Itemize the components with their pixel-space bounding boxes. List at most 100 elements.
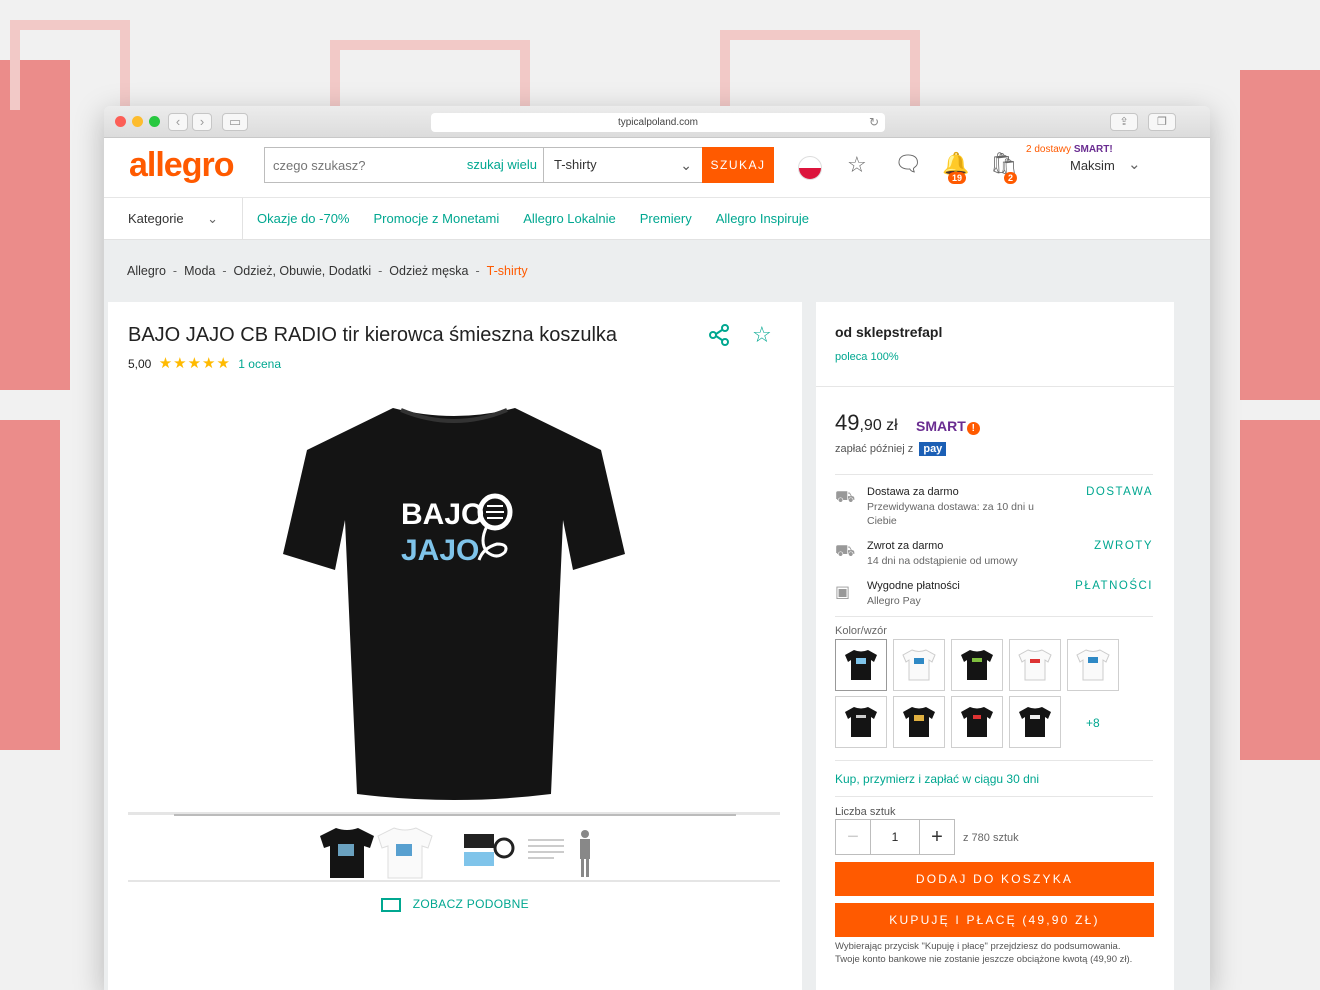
color-swatch-black-5[interactable] (1009, 696, 1061, 748)
close-window-button[interactable] (115, 116, 126, 127)
delivery-link[interactable]: DOSTAWA (1086, 486, 1153, 498)
color-swatch-black-2[interactable] (835, 696, 887, 748)
star-icon[interactable]: ☆ (752, 322, 772, 348)
smart-deliveries[interactable]: 2 dostawy SMART! (1026, 144, 1113, 155)
search-bar: szukaj wielu T-shirty ⌄ SZUKAJ (264, 147, 774, 183)
nav-link-coins[interactable]: Promocje z Monetami (374, 211, 500, 226)
star-favorites-icon[interactable]: ☆ (847, 152, 867, 178)
share-page-icon[interactable]: ⇪ (1110, 113, 1138, 131)
quantity-label: Liczba sztuk (835, 806, 896, 818)
chevron-down-icon: ⌄ (207, 211, 218, 226)
thumbnail-black-shirt[interactable] (318, 826, 376, 880)
add-to-cart-button[interactable]: DODAJ DO KOSZYKA (835, 862, 1154, 896)
rating-value: 5,00 (128, 357, 152, 371)
color-label: Kolor/wzór (835, 625, 887, 637)
thumbnail-strip (128, 818, 780, 882)
breadcrumb-item[interactable]: Odzież, Obuwie, Dodatki (234, 264, 372, 278)
search-many-link[interactable]: szukaj wielu (467, 148, 544, 182)
thumbnail-white-shirt[interactable] (376, 826, 434, 880)
buy-now-button[interactable]: KUPUJĘ I PŁACĘ (49,90 ZŁ) (835, 903, 1154, 937)
price-rest: ,90 zł (859, 417, 898, 434)
messages-icon[interactable]: 🗨 (894, 151, 922, 177)
payments-title: Wygodne płatności (867, 580, 960, 592)
delivery-info: ⛟ Dostawa za darmo Przewidywana dostawa:… (835, 486, 1153, 530)
print-line1: BAJO (401, 498, 484, 531)
back-icon[interactable]: ‹ (168, 113, 188, 131)
nav-link-inspires[interactable]: Allegro Inspiruje (716, 211, 809, 226)
color-swatch-white-red[interactable] (1009, 639, 1061, 691)
breadcrumb-item[interactable]: Odzież męska (389, 264, 468, 278)
share-icon[interactable] (708, 324, 730, 352)
truck-icon: ⛟ (835, 489, 856, 506)
browser-toolbar: ‹ › ▭ typicalpoland.com ↻ ⇪ ❐ (104, 106, 1210, 138)
screens-icon (381, 897, 402, 912)
seller-recommend[interactable]: poleca 100% (835, 351, 899, 363)
color-swatch-black-3[interactable] (893, 696, 945, 748)
smart-badge: SMART! (916, 418, 980, 435)
minimize-window-button[interactable] (132, 116, 143, 127)
see-similar-button[interactable]: ZOBACZ PODOBNE (108, 897, 802, 912)
seller-name[interactable]: od sklepstrefapl (835, 324, 942, 340)
breadcrumb-separator: - (475, 264, 480, 278)
nav-link-local[interactable]: Allegro Lokalnie (523, 211, 616, 226)
breadcrumb-current[interactable]: T-shirty (487, 264, 528, 278)
quantity-input[interactable]: 1 (870, 820, 920, 854)
nav-bar: Kategorie ⌄ Okazje do -70% Promocje z Mo… (104, 198, 1210, 240)
allegro-logo[interactable]: allegro (129, 146, 234, 185)
price-main: 49 (835, 410, 860, 435)
thumbnail-model-figure[interactable] (568, 826, 626, 880)
payments-sub: Allegro Pay (867, 595, 921, 607)
wallet-icon: ▣ (835, 584, 851, 601)
color-swatch-black-green[interactable] (951, 639, 1003, 691)
breadcrumb-item[interactable]: Allegro (127, 264, 166, 278)
try-on-link[interactable]: Kup, przymierz i zapłać w ciągu 30 dni (835, 772, 1039, 786)
returns-link[interactable]: ZWROTY (1094, 540, 1153, 552)
delivery-title: Dostawa za darmo (867, 486, 959, 498)
returns-title: Zwrot za darmo (867, 540, 944, 552)
divider (835, 474, 1153, 475)
search-input[interactable] (265, 148, 467, 182)
divider (835, 616, 1153, 617)
forward-icon[interactable]: › (192, 113, 212, 131)
smart-label: SMART! (1073, 144, 1113, 155)
site-header: allegro szukaj wielu T-shirty ⌄ SZUKAJ ☆… (104, 138, 1210, 198)
categories-label: Kategorie (128, 211, 184, 226)
sidebar-icon[interactable]: ▭ (222, 113, 248, 131)
breadcrumb-item[interactable]: Moda (184, 264, 215, 278)
search-category-value: T-shirty (554, 157, 597, 172)
offer-panel: od sklepstrefapl poleca 100% 49,90 zł SM… (816, 302, 1174, 990)
price: 49,90 zł (835, 410, 898, 436)
color-swatch-white-blue[interactable] (1067, 639, 1119, 691)
rating-count-link[interactable]: 1 ocena (238, 357, 281, 371)
smart-text: SMART (916, 418, 966, 434)
address-bar[interactable]: typicalpoland.com ↻ (431, 113, 885, 132)
plus-icon[interactable]: + (920, 820, 954, 854)
nav-link-deals[interactable]: Okazje do -70% (257, 211, 350, 226)
nav-link-premieres[interactable]: Premiery (640, 211, 692, 226)
purchase-disclaimer: Wybierając przycisk "Kupuję i płacę" prz… (835, 941, 1133, 965)
categories-dropdown[interactable]: Kategorie ⌄ (104, 198, 243, 239)
search-button[interactable]: SZUKAJ (702, 147, 774, 183)
color-swatch-white[interactable] (893, 639, 945, 691)
see-similar-label: ZOBACZ PODOBNE (412, 897, 529, 911)
minus-icon[interactable]: − (836, 820, 870, 854)
search-category-select[interactable]: T-shirty ⌄ (544, 148, 702, 182)
tabs-overview-icon[interactable]: ❐ (1148, 113, 1176, 131)
maximize-window-button[interactable] (149, 116, 160, 127)
product-image[interactable]: BAJO JAJO (283, 402, 625, 804)
chevron-down-icon[interactable]: ⌄ (1128, 155, 1141, 173)
payments-link[interactable]: PŁATNOŚCI (1075, 580, 1153, 592)
thumbnail-print-design[interactable] (460, 826, 518, 880)
poland-flag-icon[interactable] (798, 156, 822, 180)
more-colors-link[interactable]: +8 (1086, 716, 1100, 730)
color-swatch-black-4[interactable] (951, 696, 1003, 748)
url-text: typicalpoland.com (617, 117, 699, 128)
gallery-scrollbar[interactable] (174, 814, 736, 816)
reload-icon[interactable]: ↻ (869, 113, 879, 132)
user-name[interactable]: Maksim (1070, 158, 1115, 173)
cart-badge: 2 (1004, 172, 1018, 184)
color-swatch-black[interactable] (835, 639, 887, 691)
product-rating: 5,00 ★★★★★ 1 ocena (128, 354, 281, 372)
delivery-sub: Przewidywana dostawa: za 10 dni u Ciebie (867, 501, 1034, 527)
pay-later: zapłać później z pay (835, 442, 947, 456)
